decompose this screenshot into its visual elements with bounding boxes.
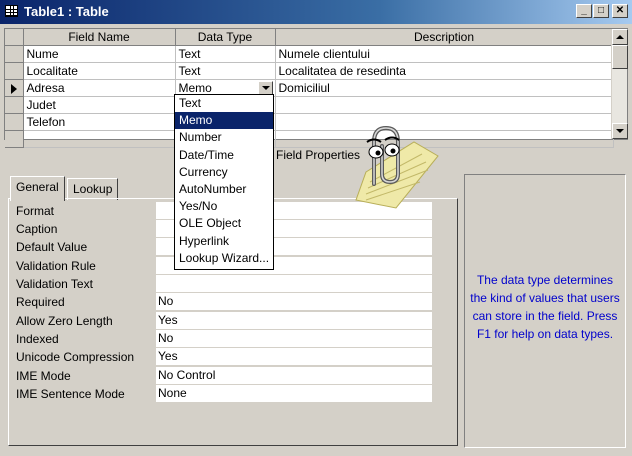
title-bar[interactable]: Table1 : Table _ □ ✕ bbox=[0, 0, 632, 24]
description-cell[interactable]: Domiciliul bbox=[275, 79, 614, 97]
property-label: IME Sentence Mode bbox=[16, 387, 125, 401]
row-selector[interactable] bbox=[5, 45, 24, 63]
option-text[interactable]: Text bbox=[175, 95, 273, 112]
column-header-field-name[interactable]: Field Name bbox=[23, 29, 176, 46]
property-indexed-field[interactable]: No bbox=[156, 330, 432, 347]
tab-lookup[interactable]: Lookup bbox=[67, 178, 119, 200]
property-label: Caption bbox=[16, 222, 58, 236]
description-cell[interactable] bbox=[275, 130, 614, 148]
description-cell[interactable] bbox=[275, 96, 614, 114]
help-text: The data type determines the kind of val… bbox=[470, 273, 620, 341]
property-ime-mode-field[interactable]: No Control bbox=[156, 367, 432, 384]
data-type-combo-value: Memo bbox=[178, 80, 212, 95]
table-row-current[interactable]: Adresa Memo Domiciliul bbox=[5, 79, 614, 97]
property-label: Required bbox=[16, 295, 65, 309]
property-label: IME Mode bbox=[16, 369, 71, 383]
table-row[interactable]: Telefon bbox=[5, 113, 614, 131]
property-label: Format bbox=[16, 204, 55, 218]
property-ime-sentence-mode-field[interactable]: None bbox=[156, 385, 432, 402]
office-assistant-clippy-icon[interactable] bbox=[336, 112, 440, 212]
field-name-cell[interactable]: Adresa bbox=[23, 79, 176, 97]
column-header-data-type[interactable]: Data Type bbox=[175, 29, 276, 46]
data-type-cell[interactable]: Text bbox=[175, 62, 276, 80]
property-label: Allow Zero Length bbox=[16, 314, 113, 328]
property-label: Indexed bbox=[16, 332, 59, 346]
table-row[interactable]: Localitate Text Localitatea de resedinta bbox=[5, 62, 614, 80]
vertical-scrollbar[interactable] bbox=[611, 29, 628, 139]
table-row[interactable]: Nume Text Numele clientului bbox=[5, 45, 614, 63]
property-label: Validation Text bbox=[16, 277, 93, 291]
data-type-cell[interactable]: Text bbox=[175, 45, 276, 63]
description-cell[interactable]: Localitatea de resedinta bbox=[275, 62, 614, 80]
option-number[interactable]: Number bbox=[175, 129, 273, 146]
row-selector[interactable] bbox=[5, 130, 24, 148]
scroll-down-icon[interactable] bbox=[612, 123, 628, 139]
option-yes-no[interactable]: Yes/No bbox=[175, 198, 273, 215]
property-required-field[interactable]: No bbox=[156, 293, 432, 310]
property-label: Validation Rule bbox=[16, 259, 96, 273]
option-hyperlink[interactable]: Hyperlink bbox=[175, 233, 273, 250]
row-selector-current[interactable] bbox=[5, 79, 24, 97]
option-memo-selected[interactable]: Memo bbox=[175, 112, 273, 130]
maximize-button[interactable]: □ bbox=[593, 4, 609, 18]
table-icon bbox=[5, 5, 18, 17]
scroll-thumb[interactable] bbox=[612, 45, 628, 69]
option-date-time[interactable]: Date/Time bbox=[175, 147, 273, 164]
description-cell[interactable] bbox=[275, 113, 614, 131]
chevron-down-icon[interactable] bbox=[257, 80, 273, 95]
row-selector[interactable] bbox=[5, 113, 24, 131]
row-selector-header bbox=[5, 29, 24, 46]
data-type-dropdown-list[interactable]: Text Memo Number Date/Time Currency Auto… bbox=[174, 94, 274, 270]
current-row-arrow-icon bbox=[11, 83, 17, 94]
property-label: Default Value bbox=[16, 240, 88, 254]
field-name-cell[interactable]: Nume bbox=[23, 45, 176, 63]
property-label: Unicode Compression bbox=[16, 350, 135, 364]
row-selector[interactable] bbox=[5, 62, 24, 80]
scroll-up-icon[interactable] bbox=[612, 29, 628, 45]
option-currency[interactable]: Currency bbox=[175, 164, 273, 181]
option-ole-object[interactable]: OLE Object bbox=[175, 215, 273, 232]
option-autonumber[interactable]: AutoNumber bbox=[175, 181, 273, 198]
field-name-cell[interactable]: Judet bbox=[23, 96, 176, 114]
table-row[interactable] bbox=[5, 130, 614, 148]
field-name-cell[interactable] bbox=[23, 130, 176, 148]
property-validation-text-field[interactable] bbox=[156, 275, 432, 292]
minimize-button[interactable]: _ bbox=[576, 4, 592, 18]
close-button[interactable]: ✕ bbox=[612, 4, 628, 18]
row-selector[interactable] bbox=[5, 96, 24, 114]
field-name-cell[interactable]: Telefon bbox=[23, 113, 176, 131]
help-box: The data type determines the kind of val… bbox=[464, 174, 626, 448]
field-name-cell[interactable]: Localitate bbox=[23, 62, 176, 80]
table-row[interactable]: Judet bbox=[5, 96, 614, 114]
tab-general[interactable]: General bbox=[10, 176, 65, 201]
description-cell[interactable]: Numele clientului bbox=[275, 45, 614, 63]
table-design-grid: Field Name Data Type Description Nume Te… bbox=[4, 28, 628, 148]
property-allow-zero-length-field[interactable]: Yes bbox=[156, 312, 432, 329]
option-lookup-wizard[interactable]: Lookup Wizard... bbox=[175, 250, 273, 267]
column-header-description[interactable]: Description bbox=[275, 29, 614, 46]
property-unicode-compression-field[interactable]: Yes bbox=[156, 348, 432, 365]
window-title: Table1 : Table bbox=[24, 4, 109, 19]
